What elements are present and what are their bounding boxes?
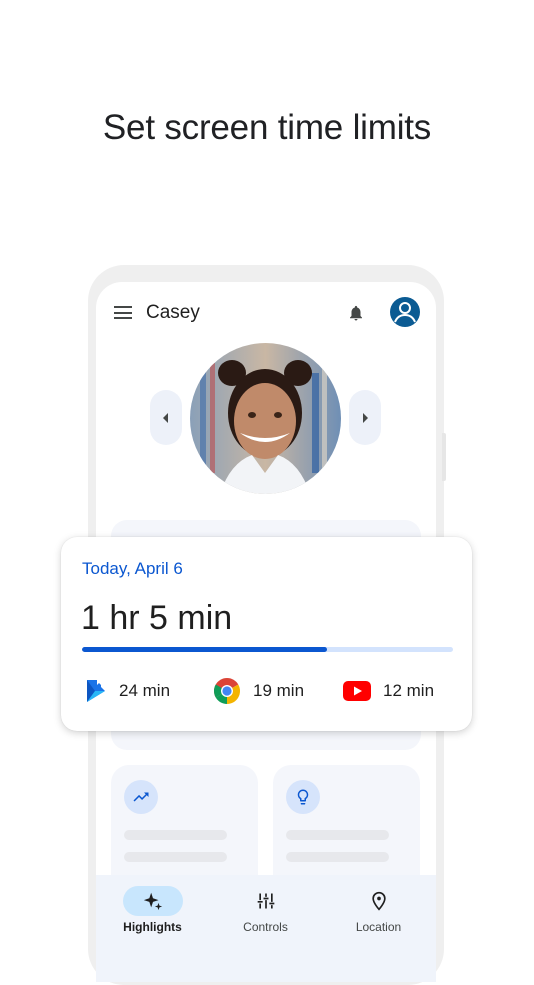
nav-label: Controls [243, 920, 288, 934]
app-bar: Casey [96, 294, 436, 330]
app-usage-item[interactable]: 24 min [85, 677, 170, 705]
nav-label: Highlights [123, 920, 182, 934]
app-usage-time: 24 min [119, 681, 171, 700]
arrow-left-icon [163, 412, 168, 423]
google-play-books-icon [87, 680, 105, 702]
sparkle-icon [143, 892, 162, 911]
date-label: Today, April 6 [82, 559, 183, 578]
app-usage-time: 12 min [383, 681, 435, 700]
trending-up-icon [133, 792, 149, 802]
app-usage-item[interactable]: 19 min [213, 677, 304, 705]
headline: Set screen time limits [102, 108, 432, 147]
child-profile-photo [190, 343, 341, 494]
hamburger-menu-icon[interactable] [114, 306, 132, 319]
nav-controls[interactable]: Controls [209, 875, 322, 934]
lightbulb-icon [297, 789, 309, 805]
bottom-navigation: Highlights Controls Location [96, 875, 436, 982]
account-circle-icon [394, 302, 416, 323]
location-pin-icon [371, 891, 386, 911]
app-usage-time: 19 min [253, 681, 305, 700]
arrow-right-icon [363, 412, 368, 423]
tune-icon [257, 893, 274, 909]
chrome-icon [213, 678, 241, 704]
bell-icon[interactable] [347, 303, 365, 323]
total-screen-time: 1 hr 5 min [81, 599, 233, 637]
usage-progress-fill [82, 647, 327, 652]
child-name[interactable]: Casey [146, 302, 200, 324]
app-usage-item[interactable]: 12 min [343, 677, 434, 705]
nav-label: Location [355, 920, 402, 934]
phone-side-button [442, 433, 446, 481]
screen-time-summary-card[interactable]: Today, April 6 1 hr 5 min 24 min 19 min … [61, 537, 472, 731]
placeholder-line [124, 830, 227, 840]
placeholder-line [286, 830, 389, 840]
account-avatar[interactable] [390, 297, 420, 327]
nav-location[interactable]: Location [322, 875, 435, 934]
usage-progress-bar [82, 647, 453, 652]
nav-highlights[interactable]: Highlights [96, 875, 209, 934]
next-child-button[interactable] [349, 390, 381, 445]
placeholder-line [286, 852, 389, 862]
youtube-icon [343, 681, 371, 701]
placeholder-line [124, 852, 227, 862]
previous-child-button[interactable] [150, 390, 182, 445]
